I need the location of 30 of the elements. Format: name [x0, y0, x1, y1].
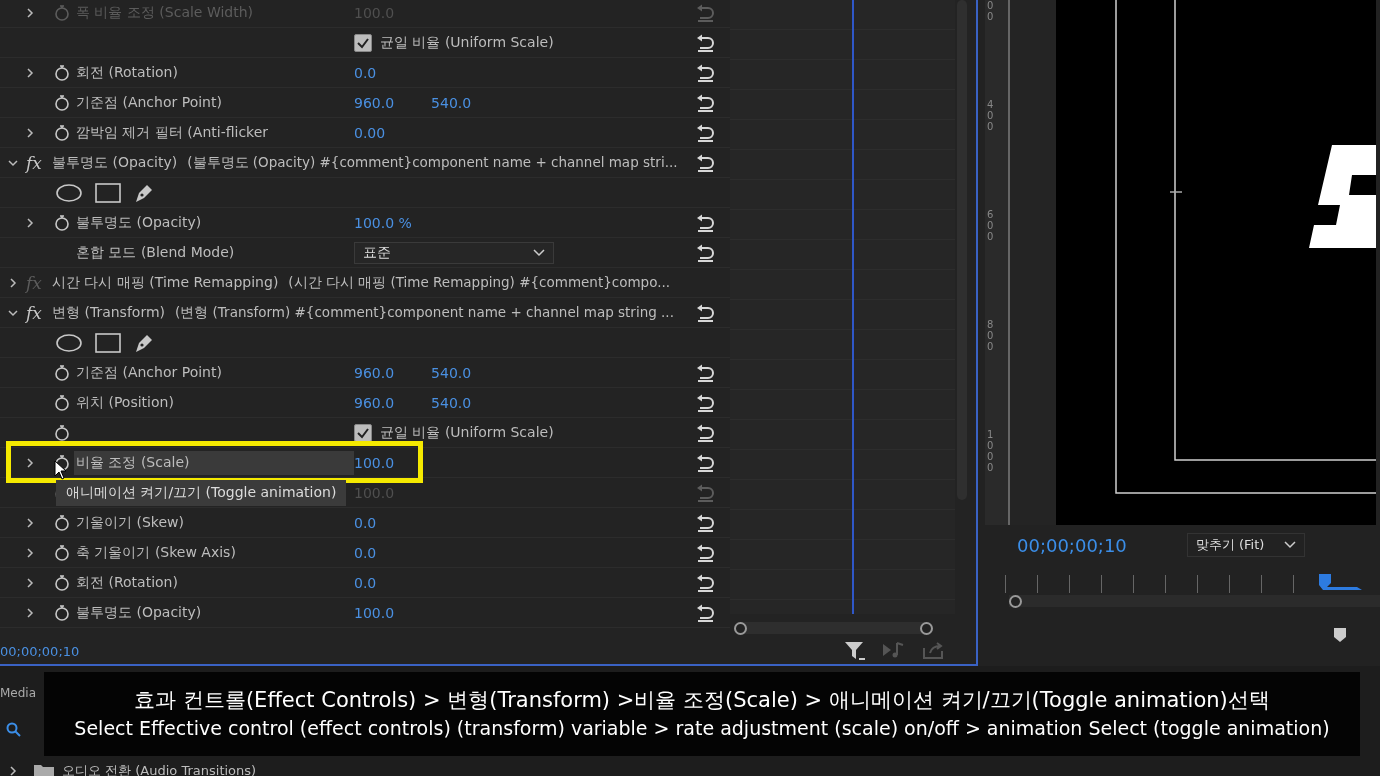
subtitle-line: 효과 컨트롤(Effect Controls) > 변형(Transform) >비율 조정(Scale) > 애니메이션 켜기/끄기(Toggle animation)선택 [134, 687, 1270, 714]
property-label: 기울이기 (Skew) [76, 513, 184, 532]
property-label: 위치 (Position) [76, 393, 174, 412]
tooltip: 애니메이션 켜기/끄기 (Toggle animation) [56, 480, 347, 506]
property-label: 깜박임 제거 필터 (Anti-flicker [76, 123, 269, 142]
checkbox-label: 균일 비율 (Uniform Scale) [380, 33, 554, 52]
ruler-label: 800 [987, 319, 995, 352]
ruler-label: 400 [987, 99, 995, 132]
effect-description: (불투명도 (Opacity) #{comment}component name + channel map stri... [187, 153, 679, 172]
property-label: 불투명도 (Opacity) [76, 213, 202, 232]
effect-description: (시간 다시 매핑 (Time Remapping) #{comment}compo... [288, 273, 672, 292]
ruler-label: 600 [987, 209, 995, 242]
property-label: 폭 비율 조정 (Scale Width) [76, 3, 254, 22]
property-label: 불투명도 (Opacity) [76, 603, 202, 622]
timecode: 00;00;00;10 [0, 643, 80, 659]
effect-name: 변형 (Transform) [52, 303, 165, 322]
property-label: 기준점 (Anchor Point) [76, 93, 222, 112]
effect-description: (변형 (Transform) #{comment}component name + channel map string ... [175, 303, 675, 322]
effect-name: 불투명도 (Opacity) [52, 153, 178, 172]
property-label: 혼합 모드 (Blend Mode) [76, 243, 235, 262]
property-label: 기준점 (Anchor Point) [76, 363, 222, 382]
property-label: 축 기울이기 (Skew Axis) [76, 543, 236, 562]
ruler-label: 1000 [987, 429, 995, 473]
property-label: 회전 (Rotation) [76, 573, 178, 592]
ruler-label: 00 [987, 0, 995, 22]
property-label: 비율 조정 (Scale) [76, 453, 190, 472]
property-label: 회전 (Rotation) [76, 63, 178, 82]
checkbox-label: 균일 비율 (Uniform Scale) [380, 423, 554, 442]
subtitle-line: Select Effective control (effect controls) (transform) variable > rate adjustment (scale) on/off > animation Select (toggle animation) [74, 716, 1330, 741]
effect-name: 시간 다시 매핑 (Time Remapping) [52, 273, 279, 292]
